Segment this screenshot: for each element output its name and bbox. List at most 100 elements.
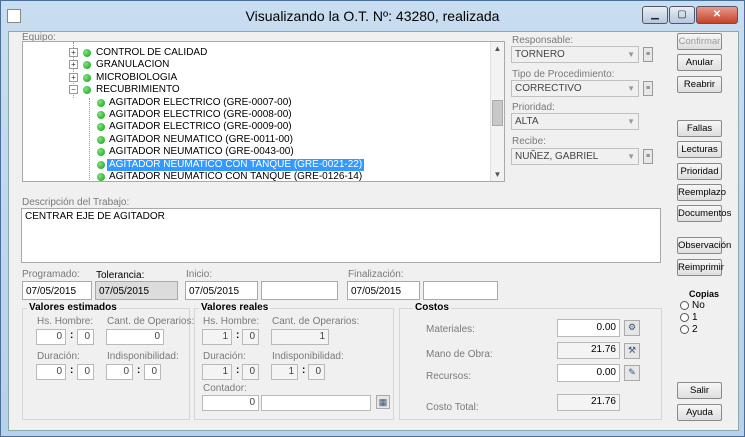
lecturas-button[interactable]: Lecturas <box>677 141 722 158</box>
responsable-label: Responsable: <box>512 35 574 46</box>
real-hs-minutes[interactable]: 0 <box>242 329 259 345</box>
total-label: Costo Total: <box>426 402 479 413</box>
responsable-select[interactable]: TORNERO ▼ <box>511 46 639 63</box>
tree-node-label: CONTROL DE CALIDAD <box>96 47 208 58</box>
est-indisp-label: Indisponibilidad: <box>107 351 179 362</box>
status-green-icon <box>97 111 105 119</box>
copias-title: Copias <box>689 289 720 299</box>
materiales-field[interactable]: 0.00 <box>557 319 620 337</box>
fallas-button[interactable]: Fallas <box>677 120 722 137</box>
anular-button[interactable]: Anular <box>677 54 722 71</box>
tree-node-label: AGITADOR ELECTRICO (GRE-0008-00) <box>109 109 292 120</box>
reemplazo-button[interactable]: Reemplazo <box>677 184 726 201</box>
inicio-fecha-field[interactable]: 07/05/2015 <box>185 281 258 300</box>
status-green-icon <box>83 49 91 57</box>
chevron-down-icon: ▼ <box>627 117 635 126</box>
tree-node-label: AGITADOR ELECTRICO (GRE-0009-00) <box>109 121 292 133</box>
calculator-icon[interactable]: ▦ <box>376 395 390 409</box>
expand-icon[interactable]: + <box>69 48 78 57</box>
descripcion-label: Descripción del Trabajo: <box>22 197 130 208</box>
contador-extra-field[interactable] <box>261 395 371 411</box>
prioridad-label: Prioridad: <box>512 102 555 113</box>
contador-label: Contador: <box>203 383 247 394</box>
materiales-label: Materiales: <box>426 324 475 335</box>
scroll-down-icon[interactable]: ▼ <box>491 168 504 181</box>
confirmar-button[interactable]: Confirmar <box>677 33 722 50</box>
real-dur-hours[interactable]: 1 <box>202 364 232 380</box>
app-icon <box>7 9 21 23</box>
scroll-up-icon[interactable]: ▲ <box>491 42 504 55</box>
tree-scrollbar[interactable]: ▲ ▼ <box>490 42 504 181</box>
programado-field[interactable]: 07/05/2015 <box>22 281 92 300</box>
copias-radio-1[interactable] <box>680 313 689 322</box>
collapse-icon[interactable]: − <box>69 85 78 95</box>
real-indisp-minutes[interactable]: 0 <box>308 364 325 380</box>
descripcion-textarea[interactable]: CENTRAR EJE DE AGITADOR <box>21 208 661 263</box>
tipo-list-button[interactable]: ≡ <box>643 81 653 96</box>
real-dur-minutes[interactable]: 0 <box>242 364 259 380</box>
prioridad-value: ALTA <box>515 116 539 127</box>
recibe-select[interactable]: NUÑEZ, GABRIEL ▼ <box>511 148 639 165</box>
status-green-icon <box>83 73 91 82</box>
recursos-field[interactable]: 0.00 <box>557 364 620 382</box>
copias-option-1: 1 <box>692 312 698 323</box>
est-hs-minutes[interactable]: 0 <box>77 329 94 345</box>
tolerancia-label: Tolerancia: <box>96 270 145 281</box>
scroll-thumb[interactable] <box>492 100 503 126</box>
salir-button[interactable]: Salir <box>677 382 722 399</box>
mano-obra-icon[interactable]: ⚒ <box>624 343 640 359</box>
copias-radio-2[interactable] <box>680 325 689 334</box>
copias-option-no: No <box>692 300 705 311</box>
responsable-list-button[interactable]: ≡ <box>643 47 653 62</box>
est-cant-label: Cant. de Operarios: <box>107 316 195 327</box>
tree-node-label: AGITADOR NEUMATICO CON TANQUE (GRE-0126-… <box>109 171 363 182</box>
ayuda-button[interactable]: Ayuda <box>677 404 722 421</box>
finalizacion-fecha-field[interactable]: 07/05/2015 <box>347 281 420 300</box>
reabrir-button[interactable]: Reabrir <box>677 76 722 93</box>
recibe-label: Recibe: <box>512 136 546 147</box>
maximize-button[interactable]: ▢ <box>669 6 695 24</box>
prioridad-select[interactable]: ALTA ▼ <box>511 113 639 130</box>
est-indisp-minutes[interactable]: 0 <box>144 364 161 380</box>
equipment-tree[interactable]: + CONTROL DE CALIDAD + GRANULACION + MICROBIO… <box>22 41 505 182</box>
status-green-icon <box>97 135 105 144</box>
expand-icon[interactable]: + <box>69 60 78 70</box>
prioridad-button[interactable]: Prioridad <box>677 163 722 180</box>
status-green-icon <box>83 86 91 95</box>
est-hs-hours[interactable]: 0 <box>36 329 66 345</box>
status-green-icon <box>97 123 105 132</box>
est-dur-minutes[interactable]: 0 <box>77 364 94 380</box>
real-hs-hours[interactable]: 1 <box>202 329 232 345</box>
close-button[interactable]: ✕ <box>696 6 738 24</box>
materiales-tool-icon[interactable]: ⚙ <box>624 320 640 336</box>
expand-icon[interactable]: + <box>69 72 78 82</box>
documentos-button[interactable]: Documentos <box>677 205 731 222</box>
est-dur-hours[interactable]: 0 <box>36 364 66 380</box>
finalizacion-hora-field[interactable] <box>423 281 498 300</box>
chevron-down-icon: ▼ <box>627 50 635 59</box>
copias-option-2: 2 <box>692 324 698 335</box>
inicio-hora-field[interactable] <box>261 281 338 300</box>
reimprimir-button[interactable]: Reimprimir <box>677 259 724 276</box>
recursos-icon[interactable]: ✎ <box>624 365 640 381</box>
reales-title: Valores reales <box>199 302 271 313</box>
chevron-down-icon: ▼ <box>627 152 635 161</box>
minimize-button[interactable]: ▁ <box>642 6 668 24</box>
costos-title: Costos <box>413 302 451 313</box>
total-field[interactable]: 21.76 <box>557 394 620 411</box>
contador-field[interactable]: 0 <box>202 395 259 411</box>
copias-radio-no[interactable] <box>680 301 689 310</box>
tipo-select[interactable]: CORRECTIVO ▼ <box>511 80 639 97</box>
real-cant-field[interactable]: 1 <box>271 329 329 345</box>
est-indisp-hours[interactable]: 0 <box>106 364 133 380</box>
tree-node-label: AGITADOR NEUMATICO CON TANQUE (GRE-0021-… <box>107 158 365 171</box>
est-cant-field[interactable]: 0 <box>106 329 164 345</box>
mano-field[interactable]: 21.76 <box>557 342 620 359</box>
real-indisp-hours[interactable]: 1 <box>271 364 298 380</box>
title-bar: Visualizando la O.T. Nº: 43280, realizad… <box>1 1 744 31</box>
recibe-list-button[interactable]: ≡ <box>643 149 653 164</box>
real-hs-label: Hs. Hombre: <box>203 316 260 327</box>
tolerancia-field[interactable]: 07/05/2015 <box>95 281 178 300</box>
observacion-button[interactable]: Observación <box>677 237 731 254</box>
programado-label: Programado: <box>22 269 80 280</box>
